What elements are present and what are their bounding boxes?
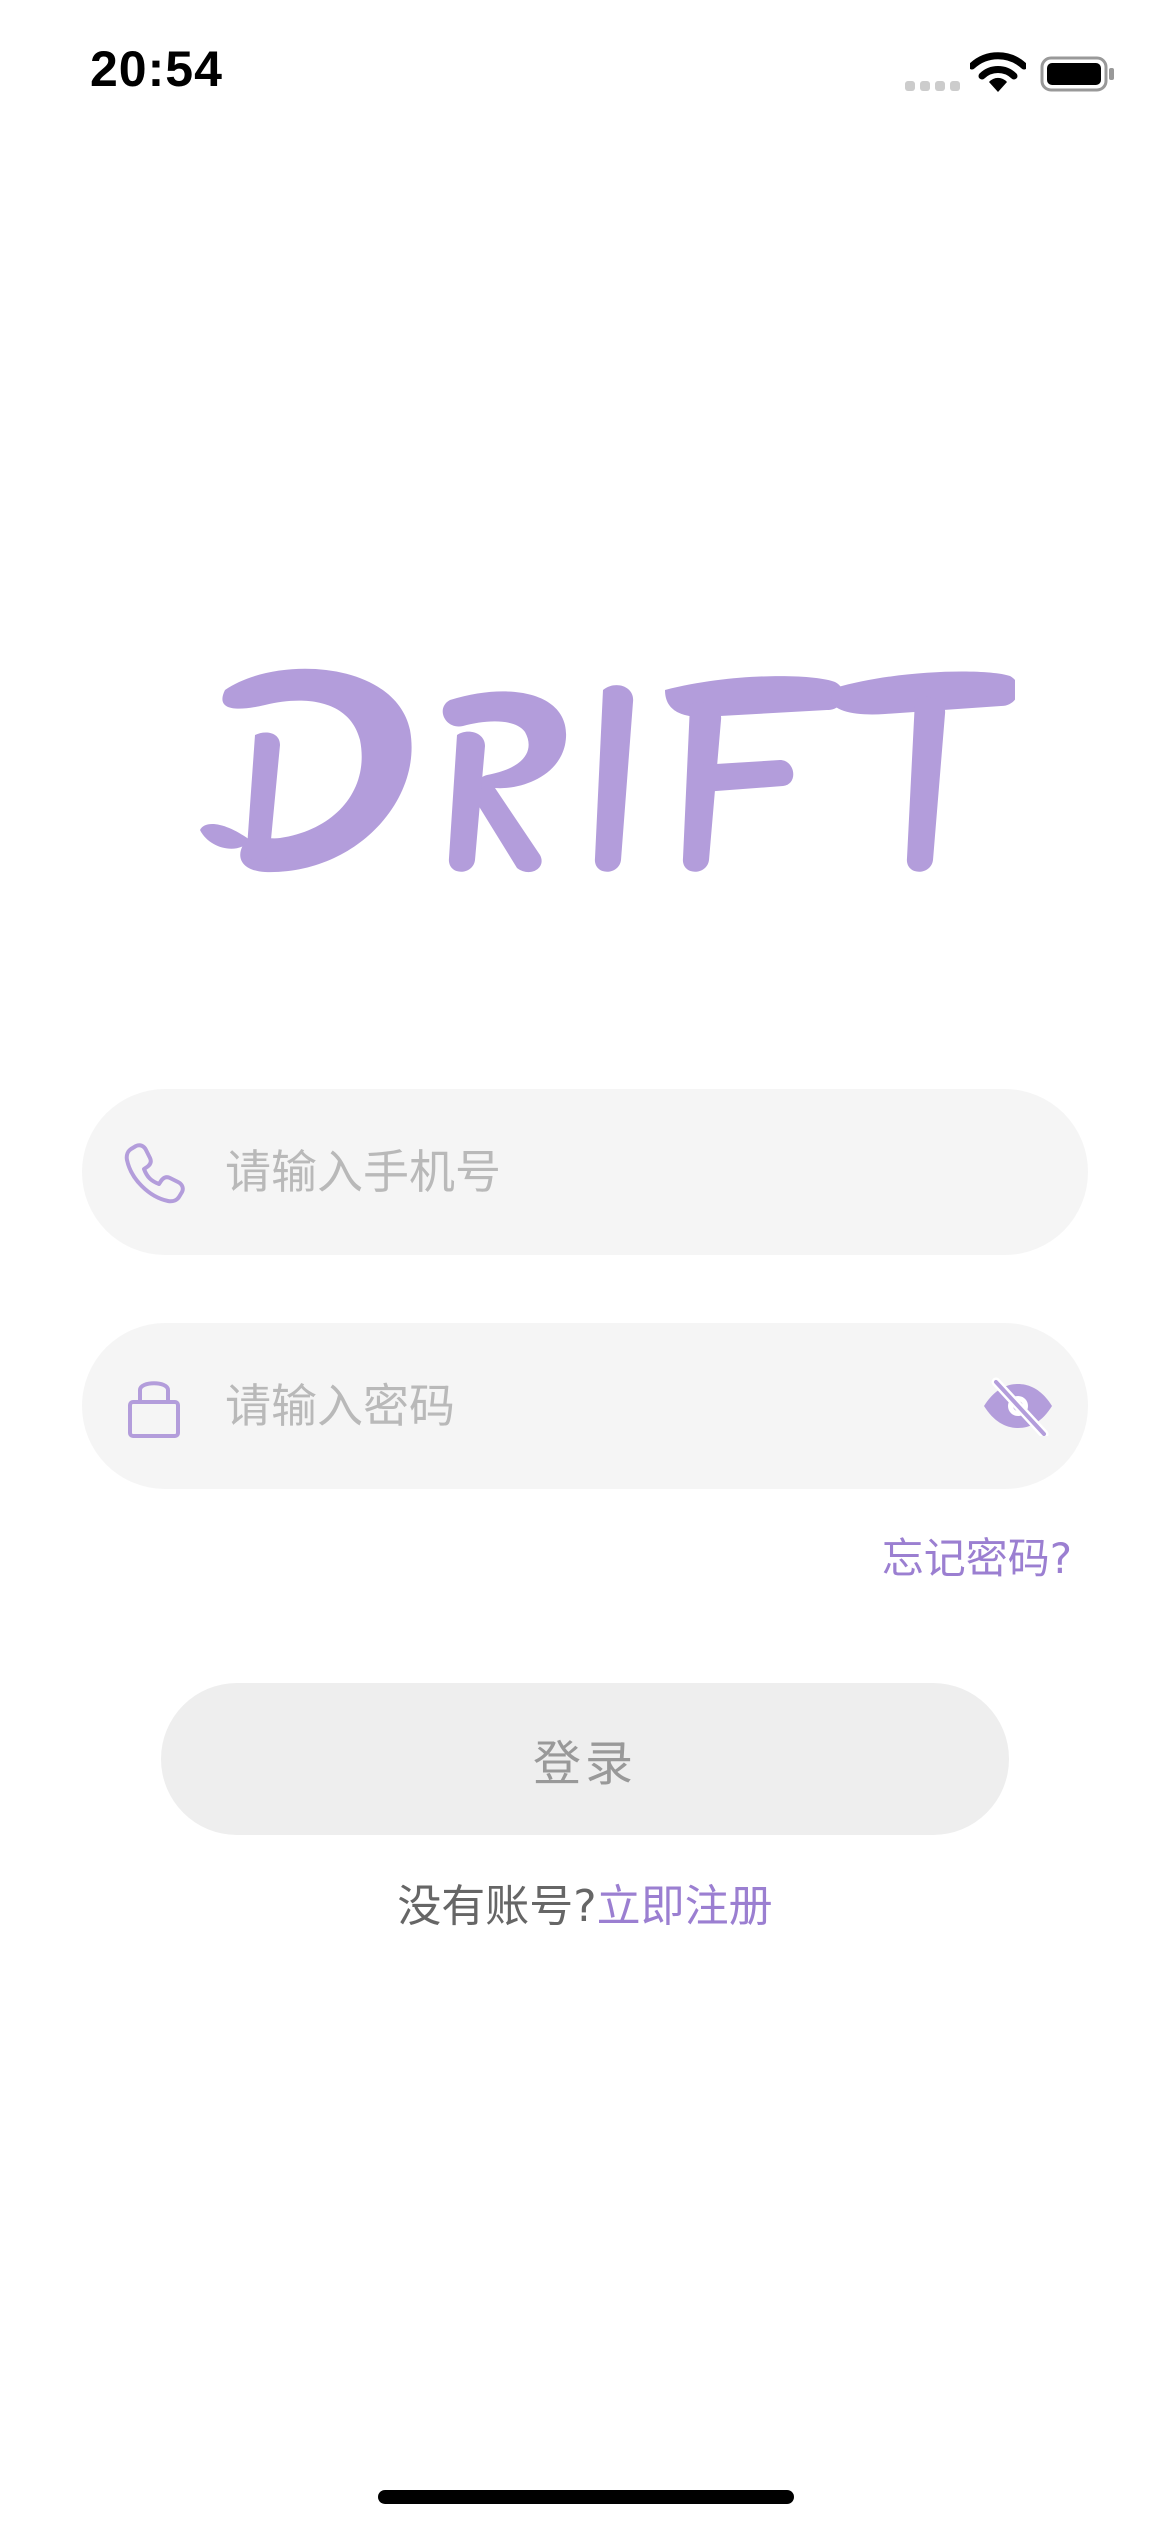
phone-icon	[124, 1143, 185, 1204]
lock-icon	[128, 1381, 180, 1438]
password-field	[82, 1323, 1088, 1489]
battery-icon	[1040, 56, 1114, 92]
drift-logo-wordmark	[200, 668, 1019, 873]
status-bar: 20:54	[0, 0, 1170, 150]
home-indicator[interactable]	[378, 2490, 794, 2504]
register-link[interactable]: 立即注册	[597, 1881, 773, 1932]
phone-input[interactable]	[225, 1089, 945, 1255]
phone-field	[82, 1089, 1088, 1255]
forgot-password-link[interactable]: 忘记密码?	[882, 1525, 1072, 1586]
status-time: 20:54	[90, 41, 223, 97]
register-row: 没有账号?立即注册	[0, 1870, 1170, 1934]
eye-off-icon[interactable]	[980, 1376, 1056, 1436]
login-button[interactable]: 登录	[161, 1683, 1009, 1835]
wifi-icon	[970, 52, 1026, 92]
cellular-signal-icon	[905, 81, 960, 91]
register-prompt: 没有账号?	[397, 1881, 597, 1932]
password-input[interactable]	[225, 1323, 945, 1489]
app-logo	[195, 660, 1019, 890]
